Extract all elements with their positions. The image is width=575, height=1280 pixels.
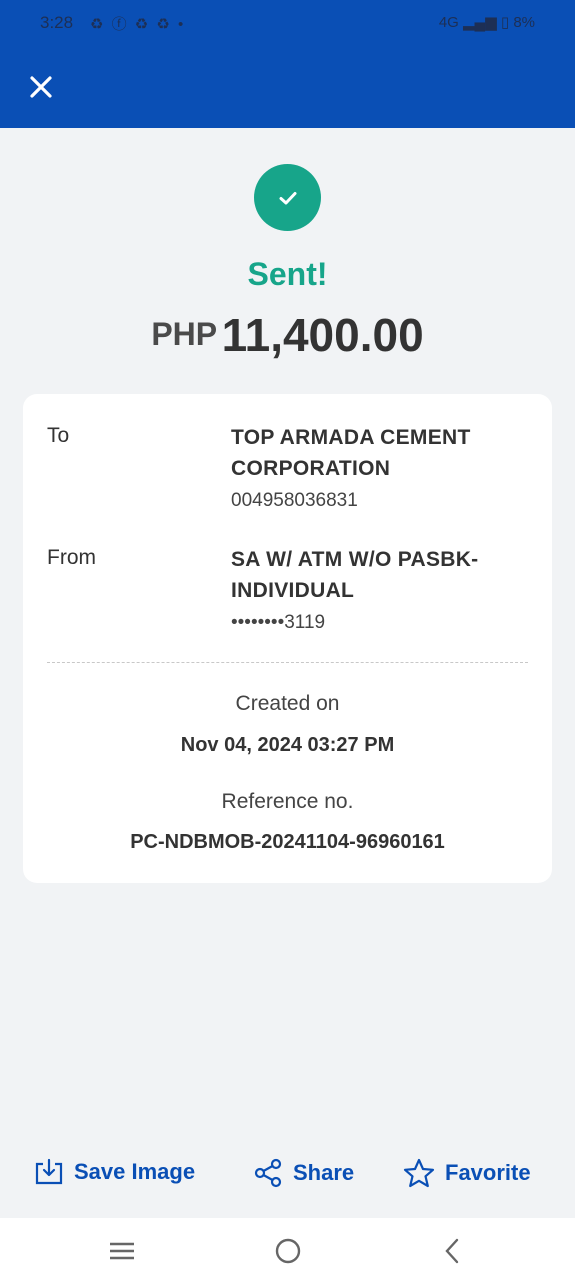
notification-icons: ♻ ⓕ ♻ ♻ • bbox=[90, 16, 186, 33]
network-indicator: 4G bbox=[438, 14, 459, 31]
recipient-account: 004958036831 bbox=[231, 490, 358, 511]
status-title: Sent! bbox=[247, 256, 328, 292]
back-icon[interactable] bbox=[438, 1236, 468, 1266]
signal-icon: ▂▄▆ bbox=[463, 14, 497, 31]
action-bar: Save Image Share Favorite bbox=[0, 1150, 575, 1200]
app-header: 3:28 ♻ ⓕ ♻ ♻ • 4G ▂▄▆ ▯ 8% bbox=[0, 0, 575, 128]
amount-row: PHP 11,400.00 bbox=[0, 308, 575, 362]
source-account-name: SA W/ ATM W/O PASBK-INDIVIDUAL bbox=[231, 548, 479, 602]
share-label: Share bbox=[293, 1160, 355, 1185]
from-label: From bbox=[47, 546, 96, 569]
transaction-details-card: To TOP ARMADA CEMENT CORPORATION 0049580… bbox=[23, 394, 552, 883]
close-icon[interactable] bbox=[26, 72, 56, 102]
divider bbox=[47, 662, 528, 663]
share-icon bbox=[254, 1158, 282, 1188]
status-time: 3:28 bbox=[40, 13, 74, 32]
to-label: To bbox=[47, 424, 70, 447]
currency: PHP bbox=[151, 316, 218, 352]
battery-level: 8% bbox=[513, 14, 535, 31]
home-icon[interactable] bbox=[273, 1236, 303, 1266]
reference-label: Reference no. bbox=[221, 790, 354, 813]
system-navigation-bar bbox=[0, 1218, 575, 1280]
download-icon bbox=[35, 1158, 63, 1185]
star-icon bbox=[403, 1158, 435, 1188]
status-right: 4G ▂▄▆ ▯ 8% bbox=[439, 13, 535, 31]
reference-value: PC-NDBMOB-20241104-96960161 bbox=[130, 831, 445, 853]
share-button[interactable]: Share bbox=[253, 1158, 354, 1188]
created-value: Nov 04, 2024 03:27 PM bbox=[180, 734, 395, 756]
created-label: Created on bbox=[235, 692, 340, 715]
source-account-number: ••••••••3119 bbox=[231, 612, 326, 633]
battery-icon: ▯ bbox=[500, 14, 510, 31]
save-image-button[interactable]: Save Image bbox=[34, 1158, 195, 1186]
favorite-label: Favorite bbox=[445, 1160, 531, 1185]
amount: 11,400.00 bbox=[221, 309, 424, 361]
success-check-icon bbox=[254, 164, 321, 231]
favorite-button[interactable]: Favorite bbox=[403, 1158, 531, 1188]
recent-apps-icon[interactable] bbox=[107, 1236, 137, 1266]
save-image-label: Save Image bbox=[74, 1159, 196, 1184]
recipient-name: TOP ARMADA CEMENT CORPORATION bbox=[231, 426, 471, 480]
